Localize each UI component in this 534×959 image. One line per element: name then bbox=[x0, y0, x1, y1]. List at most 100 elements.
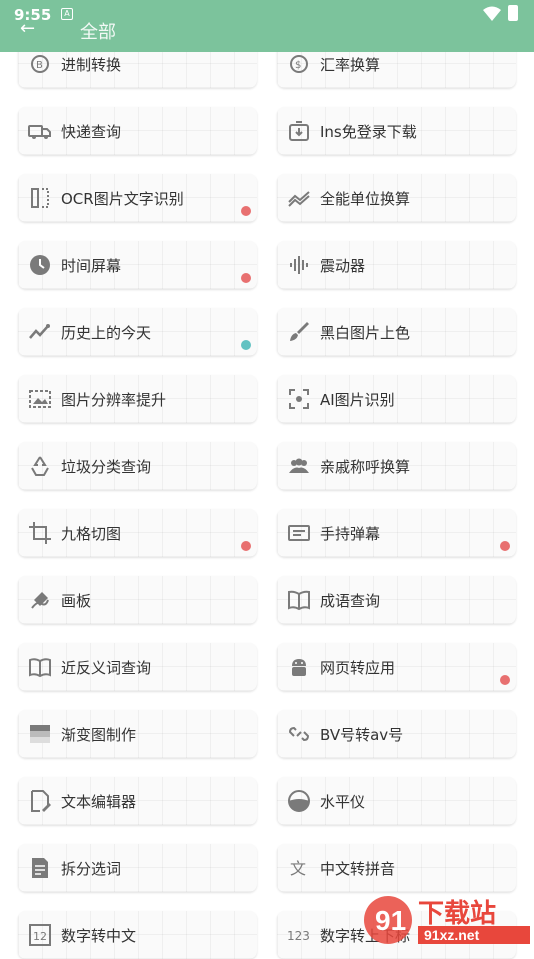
back-arrow-icon[interactable]: ← bbox=[20, 18, 35, 39]
tool-card-label: 历史上的今天 bbox=[61, 324, 152, 342]
tool-card[interactable]: 网页转应用 bbox=[277, 643, 516, 691]
svg-text:文: 文 bbox=[290, 859, 306, 878]
tool-card[interactable]: 图片分辨率提升 bbox=[18, 375, 257, 423]
trend-icon bbox=[288, 191, 310, 207]
gradient-icon bbox=[30, 725, 50, 743]
tool-card[interactable]: 历史上的今天 bbox=[18, 308, 257, 356]
book-open-icon bbox=[29, 658, 51, 678]
tool-card[interactable]: OCR图片文字识别 bbox=[18, 174, 257, 222]
tool-card-label: 近反义词查询 bbox=[61, 659, 152, 677]
recycle-icon bbox=[31, 456, 49, 476]
tool-card[interactable]: 时间屏幕 bbox=[18, 241, 257, 289]
new-badge-dot bbox=[500, 541, 510, 551]
tool-card[interactable]: 成语查询 bbox=[277, 576, 516, 624]
image-upscale-icon bbox=[29, 390, 51, 408]
tool-card-label: 数字转中文 bbox=[61, 927, 137, 945]
level-icon bbox=[288, 790, 310, 812]
download-box-icon bbox=[289, 121, 309, 141]
number-box-icon: 12 bbox=[29, 924, 51, 946]
tool-card-label: 亲戚称呼换算 bbox=[320, 458, 411, 476]
tool-card-label: 垃圾分类查询 bbox=[61, 458, 152, 476]
crop-icon bbox=[29, 522, 51, 544]
tool-card[interactable]: 亲戚称呼换算 bbox=[277, 442, 516, 490]
tool-card-label: 快递查询 bbox=[61, 123, 122, 141]
new-badge-dot bbox=[241, 541, 251, 551]
tool-card[interactable]: 快递查询 bbox=[18, 107, 257, 155]
tool-card[interactable]: 渐变图制作 bbox=[18, 710, 257, 758]
people-icon bbox=[289, 458, 309, 473]
new-badge-dot bbox=[241, 206, 251, 216]
line-chart-icon bbox=[29, 324, 50, 339]
svg-text:$: $ bbox=[295, 60, 301, 71]
tool-card-label: 网页转应用 bbox=[320, 659, 396, 677]
new-badge-dot bbox=[241, 273, 251, 283]
tool-card[interactable]: 震动器 bbox=[277, 241, 516, 289]
tool-card-label: AI图片识别 bbox=[320, 391, 395, 409]
tool-card[interactable]: 拆分选词 bbox=[18, 844, 257, 892]
tool-card[interactable]: 画板 bbox=[18, 576, 257, 624]
truck-icon bbox=[28, 125, 51, 139]
svg-text:91: 91 bbox=[375, 905, 406, 936]
tool-card[interactable]: 黑白图片上色 bbox=[277, 308, 516, 356]
marquee-icon bbox=[288, 525, 310, 541]
book-icon bbox=[288, 590, 310, 611]
svg-text:下载站: 下载站 bbox=[418, 899, 496, 929]
tool-card[interactable]: 垃圾分类查询 bbox=[18, 442, 257, 490]
tool-card-label: 渐变图制作 bbox=[61, 726, 137, 744]
tool-card[interactable]: 全能单位换算 bbox=[277, 174, 516, 222]
tool-card-label: 手持弹幕 bbox=[320, 525, 381, 543]
tool-card-label: 汇率换算 bbox=[320, 56, 381, 74]
page-title: 全部 bbox=[80, 22, 116, 43]
tool-card[interactable]: 近反义词查询 bbox=[18, 643, 257, 691]
clock-icon bbox=[30, 255, 50, 275]
tool-card-label: 文本编辑器 bbox=[61, 793, 137, 811]
tool-card[interactable]: AI图片识别 bbox=[277, 375, 516, 423]
tool-card-label: 成语查询 bbox=[320, 592, 381, 610]
new-badge-dot bbox=[500, 675, 510, 685]
tool-card[interactable]: 水平仪 bbox=[277, 777, 516, 825]
tool-card[interactable]: 12 数字转中文 bbox=[18, 911, 257, 959]
draw-icon bbox=[31, 592, 49, 609]
tool-card[interactable]: 文中文转拼音 bbox=[277, 844, 516, 892]
waveform-icon bbox=[290, 256, 308, 274]
tool-card-label: 水平仪 bbox=[320, 793, 366, 811]
tool-card-label: 图片分辨率提升 bbox=[61, 391, 167, 409]
translate-icon: 文 bbox=[290, 859, 306, 878]
sim-icon: A bbox=[61, 8, 73, 20]
edit-doc-icon bbox=[31, 790, 51, 812]
tool-card-label: 画板 bbox=[61, 592, 92, 610]
wifi-icon bbox=[483, 6, 501, 21]
numeric-123-icon: 123 bbox=[287, 929, 310, 943]
tool-card[interactable]: Ins免登录下载 bbox=[277, 107, 516, 155]
tool-card-label: 黑白图片上色 bbox=[320, 324, 411, 342]
header-bar: 9:55 A ← 全部 bbox=[0, 0, 534, 52]
tool-card-label: 拆分选词 bbox=[61, 860, 122, 878]
svg-text:123: 123 bbox=[287, 929, 310, 943]
tool-card[interactable]: 九格切图 bbox=[18, 509, 257, 557]
watermark-logo: 91 下载站 91xz.net bbox=[364, 896, 530, 944]
svg-text:91xz.net: 91xz.net bbox=[424, 927, 480, 943]
brush-icon bbox=[290, 322, 309, 341]
tool-card-label: 时间屏幕 bbox=[61, 257, 122, 275]
currency-icon: $ bbox=[290, 55, 308, 73]
battery-icon bbox=[508, 5, 518, 21]
scan-icon bbox=[289, 389, 309, 409]
ocr-icon bbox=[31, 188, 49, 208]
link-icon bbox=[288, 726, 310, 742]
binary-icon: B bbox=[31, 55, 49, 73]
tool-card-label: 震动器 bbox=[320, 257, 366, 275]
android-icon bbox=[292, 659, 306, 676]
tool-card[interactable]: 手持弹幕 bbox=[277, 509, 516, 557]
tool-card-label: 全能单位换算 bbox=[320, 190, 411, 208]
svg-text:B: B bbox=[36, 60, 43, 71]
tool-card-label: Ins免登录下载 bbox=[320, 123, 417, 141]
tool-card-label: BV号转av号 bbox=[320, 726, 404, 744]
tool-card[interactable]: 文本编辑器 bbox=[18, 777, 257, 825]
tool-card-label: 进制转换 bbox=[61, 56, 122, 74]
tool-card-label: OCR图片文字识别 bbox=[61, 190, 184, 208]
doc-split-icon bbox=[32, 858, 48, 878]
svg-text:12: 12 bbox=[33, 930, 47, 943]
new-badge-dot bbox=[241, 340, 251, 350]
tool-card[interactable]: BV号转av号 bbox=[277, 710, 516, 758]
tool-card-label: 九格切图 bbox=[61, 525, 122, 543]
